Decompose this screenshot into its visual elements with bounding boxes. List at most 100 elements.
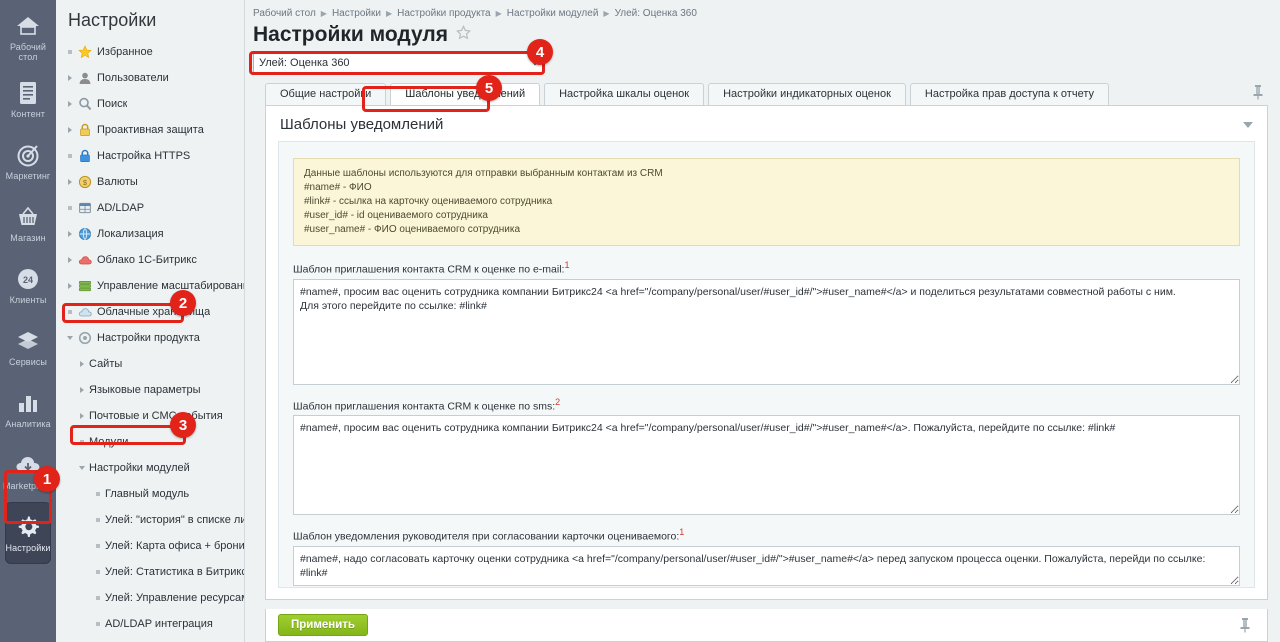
sidebar-item-cloud-storage[interactable]: Облачные хранилища: [56, 299, 244, 325]
bullet-icon: [64, 203, 75, 214]
sidebar-item-adldap[interactable]: AD/LDAP: [56, 195, 244, 221]
tab-report-access-rights[interactable]: Настройка прав доступа к отчету: [909, 83, 1109, 105]
sidebar-item-scaling[interactable]: Управление масштабированием: [56, 273, 244, 299]
sms-template-textarea[interactable]: [293, 415, 1240, 515]
sidebar-item-proactive-protection[interactable]: Проактивная защита: [56, 117, 244, 143]
sidebar-item-favorites[interactable]: Избранное: [56, 39, 244, 65]
field-sms-template: Шаблон приглашения контакта CRM к оценке…: [293, 397, 1240, 515]
sidebar-item-label: Настройки модулей: [89, 462, 190, 474]
user-icon: [77, 71, 92, 86]
breadcrumb-separator-icon: ▶: [495, 9, 502, 18]
pin-icon[interactable]: [1239, 617, 1251, 638]
chevron-right-icon[interactable]: [76, 411, 87, 422]
sidebar-item-users[interactable]: Пользователи: [56, 65, 244, 91]
sidebar-item-language-params[interactable]: Языковые параметры: [56, 377, 244, 403]
breadcrumb-separator-icon: ▶: [385, 9, 393, 18]
module-select-value: Улей: Оценка 360: [259, 57, 350, 69]
rail-item-settings[interactable]: Настройки: [5, 502, 51, 564]
sidebar-item-product-settings[interactable]: Настройки продукта: [56, 325, 244, 351]
chevron-right-icon[interactable]: [64, 73, 75, 84]
rail-label: Настройки: [5, 542, 51, 553]
search-icon: [77, 97, 92, 112]
rail-item-analytics[interactable]: Аналитика: [0, 378, 56, 440]
tab-bar: Общие настройки Шаблоны уведомлений Наст…: [245, 83, 1280, 105]
sidebar-item-label: Почтовые и СМС события: [89, 410, 223, 422]
sidebar-item-ulei-resources[interactable]: Улей: Управление ресурсами сот: [56, 585, 244, 611]
rail-label: Контент: [10, 108, 46, 119]
field-manager-approval-template: Шаблон уведомления руководителя при согл…: [293, 527, 1240, 586]
annotation-marker-2: 2: [170, 290, 196, 316]
favorite-star-icon[interactable]: [456, 25, 472, 45]
tab-rating-scale-settings[interactable]: Настройка шкалы оценок: [544, 83, 705, 105]
tab-indicator-rating-settings[interactable]: Настройки индикаторных оценок: [708, 83, 906, 105]
sidebar-item-adldap-integration[interactable]: AD/LDAP интеграция: [56, 611, 244, 637]
sidebar-item-label: Языковые параметры: [89, 384, 201, 396]
rail-label: Сервисы: [9, 356, 47, 367]
star-icon: [77, 45, 92, 60]
https-lock-icon: [77, 149, 92, 164]
tab-notification-templates[interactable]: Шаблоны уведомлений: [390, 83, 541, 105]
chevron-right-icon[interactable]: [64, 125, 75, 136]
bullet-icon: [92, 541, 103, 552]
sidebar-item-modules[interactable]: Модули: [56, 429, 244, 455]
sidebar-item-crm[interactable]: CRM: [56, 637, 244, 642]
breadcrumb-item[interactable]: Настройки продукта: [397, 8, 490, 19]
tab-general-settings[interactable]: Общие настройки: [265, 83, 387, 105]
sidebar-item-localization[interactable]: Локализация: [56, 221, 244, 247]
chevron-right-icon[interactable]: [64, 281, 75, 292]
sidebar-item-mail-sms-events[interactable]: Почтовые и СМС события: [56, 403, 244, 429]
rail-item-shop[interactable]: Магазин: [0, 192, 56, 254]
chevron-right-icon[interactable]: [76, 359, 87, 370]
sidebar-item-search[interactable]: Поиск: [56, 91, 244, 117]
chevron-down-icon[interactable]: [76, 463, 87, 474]
sidebar-item-ulei-history[interactable]: Улей: "история" в списке лидов, с: [56, 507, 244, 533]
bullet-icon: [92, 489, 103, 500]
page-title-row: Настройки модуля: [245, 19, 1280, 47]
bullet-icon: [92, 619, 103, 630]
sidebar-item-label: Настройки продукта: [97, 332, 200, 344]
chevron-right-icon[interactable]: [64, 229, 75, 240]
chevron-right-icon[interactable]: [64, 99, 75, 110]
field-label: Шаблон приглашения контакта CRM к оценке…: [293, 397, 1240, 413]
settings-tree-sidebar: Настройки Избранное Пользователи Поиск П…: [56, 0, 245, 642]
rail-item-desktop[interactable]: Рабочий стол: [0, 6, 56, 68]
chevron-right-icon[interactable]: [76, 385, 87, 396]
sidebar-item-ulei-statistics[interactable]: Улей: Статистика в Битрикс24: [56, 559, 244, 585]
sidebar-item-main-module[interactable]: Главный модуль: [56, 481, 244, 507]
sidebar-item-ulei-office-map[interactable]: Улей: Карта офиса + бронирован: [56, 533, 244, 559]
svg-text:24: 24: [23, 275, 33, 285]
rail-label: Маркетинг: [5, 170, 51, 181]
panel-header: Шаблоны уведомлений: [266, 106, 1267, 141]
sidebar-item-currencies[interactable]: $ Валюты: [56, 169, 244, 195]
breadcrumb-item[interactable]: Настройки: [332, 8, 381, 19]
info-line: #user_name# - ФИО оцениваемого сотрудник…: [304, 224, 521, 235]
chevron-right-icon[interactable]: [64, 177, 75, 188]
rail-item-content[interactable]: Контент: [0, 68, 56, 130]
ldap-icon: [77, 201, 92, 216]
sidebar-item-https[interactable]: Настройка HTTPS: [56, 143, 244, 169]
rail-item-clients[interactable]: 24 Клиенты: [0, 254, 56, 316]
apply-button[interactable]: Применить: [278, 614, 368, 636]
breadcrumb-item[interactable]: Рабочий стол: [253, 8, 316, 19]
sidebar-item-label: Настройка HTTPS: [97, 150, 191, 162]
sidebar-item-label: Улей: Статистика в Битрикс24: [105, 566, 244, 578]
sidebar-item-cloud-1c-bitrix[interactable]: Облако 1С-Битрикс: [56, 247, 244, 273]
form-footer: Применить: [265, 609, 1268, 642]
email-template-textarea[interactable]: [293, 278, 1240, 385]
sidebar-item-label: AD/LDAP интеграция: [105, 618, 213, 630]
sidebar-item-module-settings[interactable]: Настройки модулей: [56, 455, 244, 481]
sidebar-item-label: Проактивная защита: [97, 124, 204, 136]
rail-item-services[interactable]: Сервисы: [0, 316, 56, 378]
pin-icon[interactable]: [1252, 84, 1264, 105]
chevron-right-icon[interactable]: [64, 255, 75, 266]
sidebar-item-sites[interactable]: Сайты: [56, 351, 244, 377]
breadcrumb-item-current: Улей: Оценка 360: [614, 8, 697, 19]
document-icon: [15, 80, 41, 106]
module-select[interactable]: Улей: Оценка 360: [253, 53, 545, 73]
breadcrumb-item[interactable]: Настройки модулей: [507, 8, 599, 19]
chevron-down-icon[interactable]: [64, 333, 75, 344]
breadcrumb: Рабочий стол ▶ Настройки ▶ Настройки про…: [245, 0, 1280, 19]
collapse-caret-icon[interactable]: [1243, 121, 1253, 128]
rail-item-marketing[interactable]: Маркетинг: [0, 130, 56, 192]
manager-approval-textarea[interactable]: [293, 545, 1240, 586]
